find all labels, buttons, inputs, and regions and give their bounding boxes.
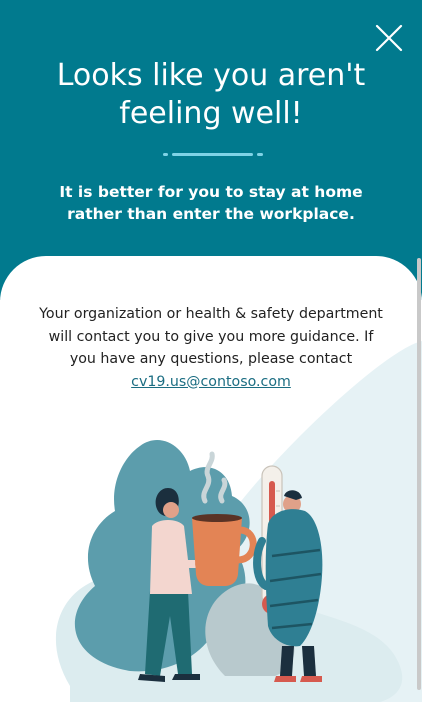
close-button[interactable] bbox=[373, 22, 405, 54]
divider-line bbox=[163, 153, 263, 157]
page-title: Looks like you aren't feeling well! bbox=[56, 58, 366, 131]
guidance-message-text: Your organization or health & safety dep… bbox=[39, 306, 383, 367]
page-subtitle: It is better for you to stay at home rat… bbox=[59, 183, 363, 223]
contact-email-link[interactable]: cv19.us@contoso.com bbox=[131, 374, 291, 390]
scrollbar[interactable] bbox=[417, 258, 421, 690]
header-panel: Looks like you aren't feeling well! It i… bbox=[0, 0, 422, 300]
close-icon bbox=[375, 24, 403, 52]
guidance-message: Your organization or health & safety dep… bbox=[38, 303, 384, 393]
